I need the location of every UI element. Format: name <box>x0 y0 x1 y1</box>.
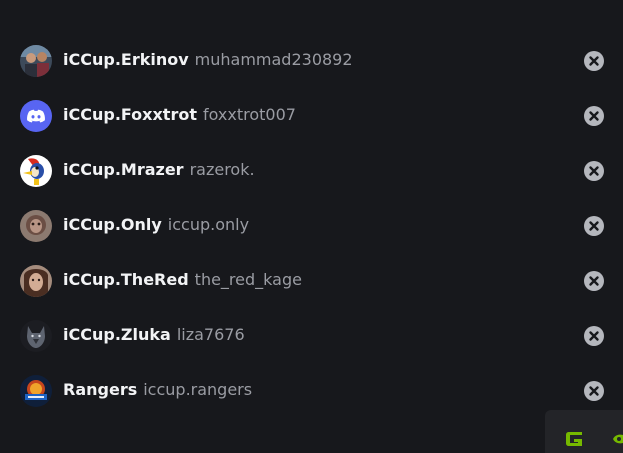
photo-avatar-icon <box>20 265 52 297</box>
list-item[interactable]: iCCup.Zluka liza7676 <box>0 308 623 363</box>
username: liza7676 <box>176 325 245 344</box>
user-entry: iCCup.Erkinov muhammad230892 <box>63 50 353 70</box>
blocked-users-list: iCCup.Erkinov muhammad230892 iCCup.Foxxtr… <box>0 33 623 418</box>
list-item[interactable]: iCCup.Only iccup.only <box>0 198 623 253</box>
list-item[interactable]: iCCup.Mrazer razerok. <box>0 143 623 198</box>
username: muhammad230892 <box>194 50 353 69</box>
overlay-corner-widget[interactable] <box>545 410 623 453</box>
username: iccup.only <box>167 215 250 234</box>
remove-x-icon[interactable] <box>584 326 604 346</box>
user-entry: iCCup.Only iccup.only <box>63 215 249 235</box>
remove-x-icon[interactable] <box>584 106 604 126</box>
list-item[interactable]: iCCup.Erkinov muhammad230892 <box>0 33 623 88</box>
user-entry: iCCup.Mrazer razerok. <box>63 160 255 180</box>
user-entry: Rangers iccup.rangers <box>63 380 252 400</box>
display-name: iCCup.Erkinov <box>63 50 189 69</box>
user-entry: iCCup.Zluka liza7676 <box>63 325 245 345</box>
display-name: iCCup.Foxxtrot <box>63 105 197 124</box>
remove-x-icon[interactable] <box>584 271 604 291</box>
user-entry: iCCup.Foxxtrot foxxtrot007 <box>63 105 296 125</box>
wolf-avatar-icon <box>20 320 52 352</box>
display-name: iCCup.TheRed <box>63 270 189 289</box>
overlay-logo-icon <box>566 432 582 446</box>
user-entry: iCCup.TheRed the_red_kage <box>63 270 302 290</box>
team-logo-avatar-icon <box>20 375 52 407</box>
list-item[interactable]: iCCup.TheRed the_red_kage <box>0 253 623 308</box>
nvidia-eye-icon <box>613 434 623 444</box>
discord-logo-icon <box>20 100 52 132</box>
remove-x-icon[interactable] <box>584 161 604 181</box>
display-name: iCCup.Mrazer <box>63 160 184 179</box>
display-name: Rangers <box>63 380 138 399</box>
display-name: iCCup.Only <box>63 215 162 234</box>
username: iccup.rangers <box>143 380 253 399</box>
remove-x-icon[interactable] <box>584 216 604 236</box>
photo-avatar-icon <box>20 210 52 242</box>
woodpecker-avatar-icon <box>20 155 52 187</box>
remove-x-icon[interactable] <box>584 381 604 401</box>
list-item[interactable]: iCCup.Foxxtrot foxxtrot007 <box>0 88 623 143</box>
username: foxxtrot007 <box>202 105 296 124</box>
remove-x-icon[interactable] <box>584 51 604 71</box>
photo-avatar-icon <box>20 45 52 77</box>
list-item[interactable]: Rangers iccup.rangers <box>0 363 623 418</box>
display-name: iCCup.Zluka <box>63 325 171 344</box>
username: the_red_kage <box>194 270 302 289</box>
username: razerok. <box>189 160 255 179</box>
